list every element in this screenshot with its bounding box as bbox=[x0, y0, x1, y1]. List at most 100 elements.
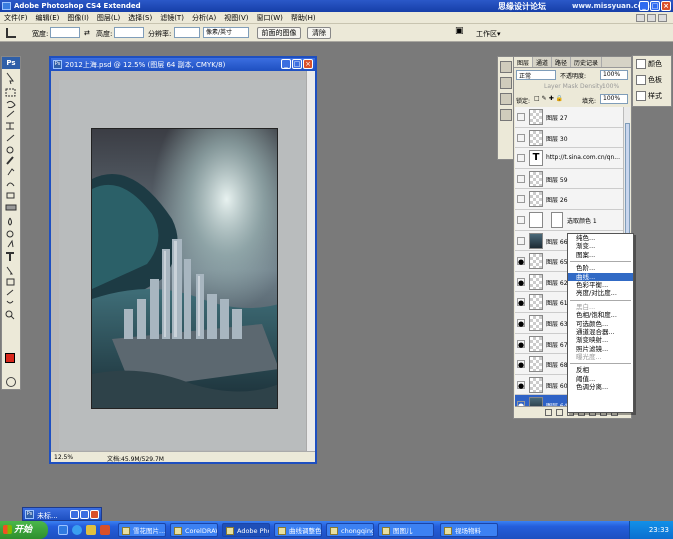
tab-history[interactable]: 历史记录 bbox=[571, 57, 603, 67]
crop-tool-icon[interactable] bbox=[6, 28, 16, 38]
doc-restore-icon[interactable] bbox=[647, 14, 656, 22]
layer-row[interactable]: 图层 26 bbox=[515, 189, 623, 210]
layer-name[interactable]: 图层 30 bbox=[546, 134, 568, 143]
tab-layers[interactable]: 图层 bbox=[514, 57, 534, 67]
layer-name[interactable]: 图层 59 bbox=[546, 175, 568, 184]
visibility-eye-icon[interactable]: ● bbox=[517, 318, 525, 328]
adjustment-menu-item[interactable]: 照片滤镜... bbox=[568, 345, 633, 353]
layer-name[interactable]: 图层 26 bbox=[546, 195, 568, 204]
swatches-panel-tab[interactable]: 色板 bbox=[633, 72, 671, 88]
layer-name[interactable]: 图层 68 bbox=[546, 360, 568, 369]
color-swatches[interactable] bbox=[2, 351, 20, 373]
resolution-unit-select[interactable]: 像素/英寸 bbox=[203, 27, 249, 38]
menu-image[interactable]: 图像(I) bbox=[63, 13, 93, 23]
maximize-button[interactable]: □ bbox=[650, 1, 660, 11]
adjustment-menu-item[interactable]: 阈值... bbox=[568, 375, 633, 383]
visibility-eye-icon[interactable] bbox=[517, 113, 525, 121]
menu-analysis[interactable]: 分析(A) bbox=[188, 13, 220, 23]
adjustment-menu-item[interactable]: 色阶... bbox=[568, 264, 633, 272]
layer-row[interactable]: Thttp://t.sina.com.cn/qn... bbox=[515, 148, 623, 169]
menu-layer[interactable]: 图层(L) bbox=[93, 13, 124, 23]
document-close-button[interactable]: × bbox=[303, 59, 313, 69]
doc-close-icon[interactable] bbox=[658, 14, 667, 22]
document-vertical-scrollbar[interactable] bbox=[306, 71, 315, 451]
layer-name[interactable]: http://t.sina.com.cn/qn... bbox=[546, 154, 620, 161]
adjustment-menu-item[interactable]: 色调分离... bbox=[568, 383, 633, 391]
start-button[interactable]: 开始 bbox=[0, 521, 48, 539]
styles-panel-tab[interactable]: 样式 bbox=[633, 88, 671, 104]
layer-name[interactable]: 图层 66 bbox=[546, 237, 568, 246]
layer-name[interactable]: 图层 67 bbox=[546, 340, 568, 349]
taskbar-task-button[interactable]: 雪花图片... bbox=[118, 523, 166, 537]
menu-window[interactable]: 窗口(W) bbox=[252, 13, 286, 23]
document-titlebar[interactable]: Ps 2012上海.psd @ 12.5% (图层 64 副本, CMYK/8)… bbox=[51, 58, 315, 71]
layer-name[interactable]: 图层 62 bbox=[546, 278, 568, 287]
adjustment-menu-item[interactable]: 渐变映射... bbox=[568, 336, 633, 344]
minimize-button[interactable]: _ bbox=[639, 1, 649, 11]
blend-mode-select[interactable]: 正常 bbox=[516, 70, 556, 80]
workspace-menu[interactable]: 工作区▾ bbox=[476, 29, 501, 39]
visibility-eye-icon[interactable] bbox=[517, 174, 525, 183]
layer-name[interactable]: 图层 60 bbox=[546, 381, 568, 390]
taskbar-task-button[interactable]: chongqing bbox=[326, 523, 374, 537]
menu-view[interactable]: 视图(V) bbox=[220, 13, 252, 23]
minidoc-maximize-button[interactable] bbox=[80, 510, 89, 519]
document-maximize-button[interactable]: □ bbox=[292, 59, 302, 69]
visibility-eye-icon[interactable]: ● bbox=[517, 257, 525, 266]
layer-name[interactable]: 选取颜色 1 bbox=[567, 216, 597, 225]
minimized-document[interactable]: Ps 未标... bbox=[22, 507, 102, 521]
media-player-icon[interactable] bbox=[86, 525, 96, 535]
layer-mask-thumbnail[interactable] bbox=[551, 211, 563, 228]
clock[interactable]: 23:33 bbox=[649, 526, 669, 534]
adjustment-menu-item[interactable]: 渐变... bbox=[568, 242, 633, 250]
layers-scroll-thumb[interactable] bbox=[625, 123, 630, 243]
taskbar-task-button[interactable]: 曲线调整色... bbox=[274, 523, 322, 537]
tool-presets-icon[interactable] bbox=[500, 61, 512, 73]
fill-input[interactable]: 100% bbox=[600, 94, 628, 104]
color-panel-tab[interactable]: 颜色 bbox=[633, 56, 671, 72]
histogram-icon[interactable] bbox=[500, 109, 512, 121]
resolution-input[interactable] bbox=[174, 27, 200, 38]
tab-paths[interactable]: 路径 bbox=[552, 57, 572, 67]
visibility-eye-icon[interactable] bbox=[517, 215, 525, 224]
adjustment-menu-item[interactable]: 亮度/对比度... bbox=[568, 289, 633, 297]
link-layers-icon[interactable] bbox=[545, 408, 552, 416]
document-minimize-button[interactable]: _ bbox=[281, 59, 291, 69]
adjustment-menu-item[interactable]: 图案... bbox=[568, 251, 633, 259]
menu-filter[interactable]: 滤镜(T) bbox=[156, 13, 188, 23]
adjustment-menu-item[interactable]: 色相/饱和度... bbox=[568, 311, 633, 319]
adjustment-menu-item[interactable]: 可选颜色... bbox=[568, 320, 633, 328]
visibility-eye-icon[interactable]: ● bbox=[517, 380, 525, 390]
foreground-color-swatch[interactable] bbox=[5, 353, 15, 363]
quicklaunch-app-icon[interactable] bbox=[100, 525, 110, 535]
close-button[interactable]: × bbox=[661, 1, 671, 11]
visibility-eye-icon[interactable] bbox=[517, 133, 525, 142]
visibility-eye-icon[interactable]: ● bbox=[517, 277, 525, 287]
minidoc-restore-button[interactable] bbox=[70, 510, 79, 519]
visibility-eye-icon[interactable]: ● bbox=[517, 339, 525, 349]
taskbar-task-button[interactable]: 图图儿 bbox=[378, 523, 434, 537]
navigator-icon[interactable] bbox=[500, 77, 512, 89]
front-image-button[interactable]: 前面的图像 bbox=[257, 27, 301, 39]
adjustment-menu-item[interactable]: 曲线... bbox=[568, 272, 633, 281]
width-input[interactable] bbox=[50, 27, 80, 38]
visibility-eye-icon[interactable]: ● bbox=[517, 298, 525, 307]
taskbar-task-button[interactable]: 视场物料 bbox=[440, 523, 498, 537]
clear-button[interactable]: 清除 bbox=[307, 27, 331, 39]
quick-mask-icon[interactable] bbox=[6, 377, 16, 387]
layer-style-icon[interactable] bbox=[556, 408, 563, 416]
artwork-image[interactable] bbox=[91, 128, 278, 409]
taskbar-task-button[interactable]: CorelDRAW bbox=[170, 523, 218, 537]
camera-icon[interactable]: ▣ bbox=[455, 26, 464, 36]
layer-row[interactable]: 选取颜色 1 bbox=[515, 209, 623, 231]
layer-name[interactable]: 图层 27 bbox=[546, 113, 568, 122]
visibility-eye-icon[interactable] bbox=[517, 236, 525, 245]
visibility-eye-icon[interactable]: ● bbox=[517, 360, 525, 369]
layer-row[interactable]: 图层 27 bbox=[515, 107, 623, 128]
layer-row[interactable]: 图层 30 bbox=[515, 127, 623, 149]
menu-help[interactable]: 帮助(H) bbox=[287, 13, 320, 23]
info-icon[interactable] bbox=[500, 93, 512, 105]
tool-icons[interactable] bbox=[2, 69, 20, 349]
layer-name[interactable]: 图层 65 bbox=[546, 257, 568, 266]
menu-select[interactable]: 选择(S) bbox=[124, 13, 156, 23]
